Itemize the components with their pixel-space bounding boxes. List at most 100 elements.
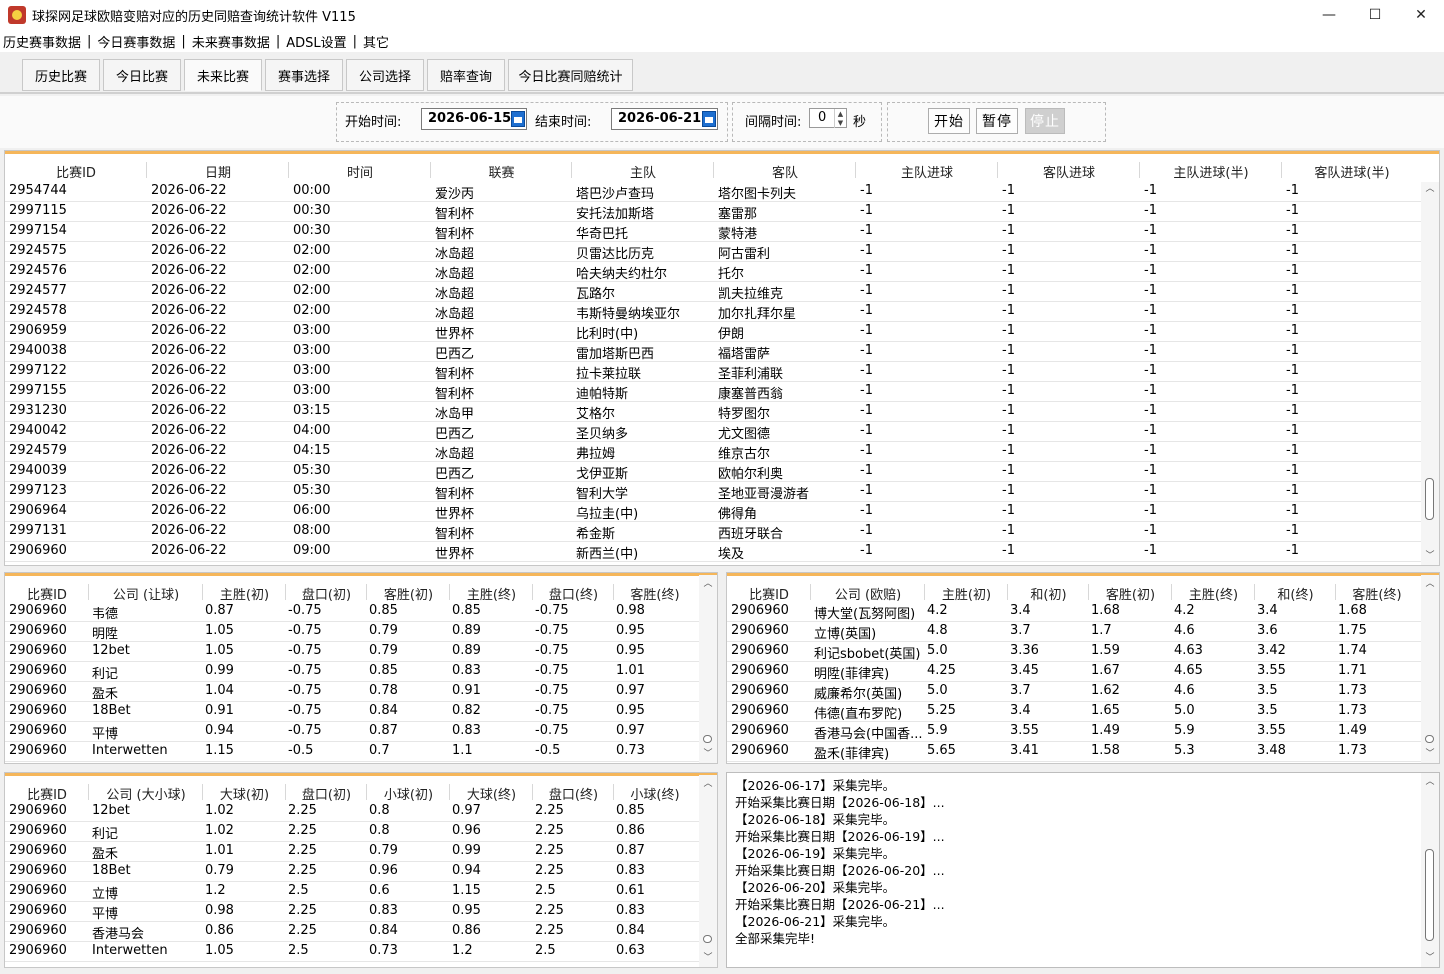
- column-header[interactable]: 公司 (让球): [89, 584, 203, 603]
- table-row[interactable]: 2906960 平博 0.94 -0.75 0.87 0.83 -0.75 0.97: [5, 722, 699, 742]
- table-row[interactable]: 2906960 明陞 1.05 -0.75 0.79 0.89 -0.75 0.95: [5, 622, 699, 642]
- table-row[interactable]: 2906960 盈禾 1.01 2.25 0.79 0.99 2.25 0.87: [5, 842, 699, 862]
- menu-future-data[interactable]: 未来赛事数据: [189, 32, 273, 51]
- column-header[interactable]: 客胜(初): [1089, 584, 1172, 603]
- scroll-thumb[interactable]: [703, 735, 712, 743]
- table-row[interactable]: 2906960 利记sbobet(英国) 5.0 3.36 1.59 4.63 3.42 1.…: [727, 642, 1421, 662]
- column-header[interactable]: 盘口(终): [533, 784, 614, 803]
- table-row[interactable]: 2924576 2026-06-22 02:00 冰岛超 哈夫纳夫约杜尔 托尔 -1 -1 -1…: [5, 262, 1421, 282]
- table-row[interactable]: 2906960 明陞(菲律宾) 4.25 3.45 1.67 4.65 3.55 1.71: [727, 662, 1421, 682]
- table-row[interactable]: 2906960 立博(英国) 4.8 3.7 1.7 4.6 3.6 1.75: [727, 622, 1421, 642]
- column-header[interactable]: 客胜(终): [1336, 584, 1418, 603]
- tab-today-matches[interactable]: 今日比赛: [103, 59, 181, 91]
- start-date-input[interactable]: 2026-06-15: [421, 108, 527, 130]
- scroll-down-icon[interactable]: ﹀: [699, 951, 717, 965]
- column-header[interactable]: 和(初): [1008, 584, 1089, 603]
- column-header[interactable]: 客队进球: [998, 162, 1140, 181]
- table-row[interactable]: 2906960 18Bet 0.91 -0.75 0.84 0.82 -0.75 0.95: [5, 702, 699, 722]
- column-header[interactable]: 客队: [714, 162, 856, 181]
- scroll-down-icon[interactable]: ﹀: [1421, 747, 1439, 761]
- table-row[interactable]: 2997123 2026-06-22 05:30 智利杯 智利大学 圣地亚哥漫游者 -1 -1…: [5, 482, 1421, 502]
- scroll-thumb[interactable]: [1425, 735, 1434, 743]
- scroll-down-icon[interactable]: ﹀: [1421, 951, 1439, 965]
- end-date-input[interactable]: 2026-06-21: [611, 108, 718, 130]
- column-header[interactable]: 主队进球(半): [1140, 162, 1282, 181]
- column-header[interactable]: 大球(初): [203, 784, 286, 803]
- table-row[interactable]: 2906960 立博 1.2 2.5 0.6 1.15 2.5 0.61: [5, 882, 699, 902]
- menu-other[interactable]: 其它: [360, 32, 392, 51]
- column-header[interactable]: 主胜(初): [925, 584, 1008, 603]
- tab-company-select[interactable]: 公司选择: [346, 59, 424, 91]
- start-button[interactable]: 开始: [928, 108, 970, 134]
- table-row[interactable]: 2954744 2026-06-22 00:00 爱沙丙 塔巴沙卢查玛 塔尔图卡列夫 -1 -…: [5, 182, 1421, 202]
- table-row[interactable]: 2924579 2026-06-22 04:15 冰岛超 弗拉姆 维京古尔 -1 -1 -1 -1: [5, 442, 1421, 462]
- table-row[interactable]: 2924575 2026-06-22 02:00 冰岛超 贝雷达比历克 阿古雷利 -1 -1 -…: [5, 242, 1421, 262]
- tab-odds-query[interactable]: 赔率查询: [427, 59, 505, 91]
- table-row[interactable]: 2906960 12bet 1.02 2.25 0.8 0.97 2.25 0.85: [5, 802, 699, 822]
- column-header[interactable]: 联赛: [431, 162, 572, 181]
- scroll-up-icon[interactable]: ︿: [1421, 577, 1439, 591]
- column-header[interactable]: 时间: [289, 162, 431, 181]
- table-row[interactable]: 2940038 2026-06-22 03:00 巴西乙 雷加塔斯巴西 福塔雷萨 -1 -1 -…: [5, 342, 1421, 362]
- menu-today-data[interactable]: 今日赛事数据: [94, 32, 178, 51]
- table-row[interactable]: 2906960 伟德(直布罗陀) 5.25 3.4 1.65 5.0 3.5 1.73: [727, 702, 1421, 722]
- table-row[interactable]: 2906960 香港马会(中国香... 5.9 3.55 1.49 5.9 3.55 1.49: [727, 722, 1421, 742]
- matches-scrollbar[interactable]: ︿ ﹀: [1421, 182, 1439, 565]
- spinner-down-icon[interactable]: ▼: [834, 118, 846, 128]
- table-row[interactable]: 2997155 2026-06-22 03:00 智利杯 迪帕特斯 康塞普西翁 -1 -1 -1…: [5, 382, 1421, 402]
- scroll-up-icon[interactable]: ︿: [699, 577, 717, 591]
- table-row[interactable]: 2924577 2026-06-22 02:00 冰岛超 瓦路尔 凯夫拉维克 -1 -1 -1 -…: [5, 282, 1421, 302]
- scroll-thumb[interactable]: [1425, 478, 1434, 520]
- calendar-icon[interactable]: [702, 111, 716, 127]
- close-button[interactable]: ✕: [1398, 0, 1444, 30]
- table-row[interactable]: 2997154 2026-06-22 00:30 智利杯 华奇巴托 蒙特港 -1 -1 -1 -1: [5, 222, 1421, 242]
- over-under-scrollbar[interactable]: ︿ ﹀: [699, 775, 717, 967]
- column-header[interactable]: 小球(初): [367, 784, 450, 803]
- handicap-scrollbar[interactable]: ︿ ﹀: [699, 575, 717, 763]
- table-row[interactable]: 2906960 18Bet 0.79 2.25 0.96 0.94 2.25 0.83: [5, 862, 699, 882]
- scroll-up-icon[interactable]: ︿: [1421, 182, 1439, 196]
- pause-button[interactable]: 暂停: [976, 108, 1018, 134]
- table-row[interactable]: 2940039 2026-06-22 05:30 巴西乙 戈伊亚斯 欧帕尔利奥 -1 -1 -1…: [5, 462, 1421, 482]
- column-header[interactable]: 主队: [572, 162, 714, 181]
- column-header[interactable]: 主队进球: [856, 162, 998, 181]
- column-header[interactable]: 公司 (欧赔): [811, 584, 925, 603]
- table-row[interactable]: 2997122 2026-06-22 03:00 智利杯 拉卡莱拉联 圣菲利浦联 -1 -1 -…: [5, 362, 1421, 382]
- minimize-button[interactable]: —: [1306, 0, 1352, 30]
- column-header[interactable]: 主胜(初): [203, 584, 286, 603]
- tab-history-matches[interactable]: 历史比赛: [22, 59, 100, 91]
- column-header[interactable]: 比赛ID: [5, 162, 147, 181]
- calendar-icon[interactable]: [511, 111, 525, 127]
- table-row[interactable]: 2997131 2026-06-22 08:00 智利杯 希金斯 西班牙联合 -1 -1 -1 -…: [5, 522, 1421, 542]
- column-header[interactable]: 盘口(终): [533, 584, 614, 603]
- column-header[interactable]: 盘口(初): [286, 784, 367, 803]
- table-row[interactable]: 2906959 2026-06-22 03:00 世界杯 比利时(中) 伊朗 -1 -1 -1 -…: [5, 322, 1421, 342]
- column-header[interactable]: 日期: [147, 162, 289, 181]
- column-header[interactable]: 主胜(终): [1172, 584, 1255, 603]
- column-header[interactable]: 盘口(初): [286, 584, 367, 603]
- table-row[interactable]: 2924578 2026-06-22 02:00 冰岛超 韦斯特曼纳埃亚尔 加尔扎拜尔星 -…: [5, 302, 1421, 322]
- table-row[interactable]: 2906960 香港马会 0.86 2.25 0.84 0.86 2.25 0.84: [5, 922, 699, 942]
- log-scrollbar[interactable]: ︿ ﹀: [1421, 773, 1439, 967]
- table-row[interactable]: 2906960 利记 0.99 -0.75 0.85 0.83 -0.75 1.01: [5, 662, 699, 682]
- table-row[interactable]: 2906960 博大堂(瓦努阿图) 4.2 3.4 1.68 4.2 3.4 1.68: [727, 602, 1421, 622]
- scroll-down-icon[interactable]: ﹀: [699, 747, 717, 761]
- column-header[interactable]: 比赛ID: [5, 784, 89, 803]
- column-header[interactable]: 比赛ID: [727, 584, 811, 603]
- table-row[interactable]: 2997115 2026-06-22 00:30 智利杯 安托法加斯塔 塞雷那 -1 -1 -1…: [5, 202, 1421, 222]
- column-header[interactable]: 客胜(初): [367, 584, 450, 603]
- table-row[interactable]: 2940042 2026-06-22 04:00 巴西乙 圣贝纳多 尤文图德 -1 -1 -1 -…: [5, 422, 1421, 442]
- table-row[interactable]: 2906960 Interwetten 1.05 2.5 0.73 1.2 2.5 0.63: [5, 942, 699, 962]
- scroll-up-icon[interactable]: ︿: [1421, 775, 1439, 789]
- scroll-down-icon[interactable]: ﹀: [1421, 549, 1439, 563]
- scroll-up-icon[interactable]: ︿: [699, 777, 717, 791]
- table-row[interactable]: 2906960 Interwetten 1.15 -0.5 0.7 1.1 -0.5 0.73: [5, 742, 699, 762]
- interval-spinner[interactable]: 0 ▲ ▼: [809, 108, 847, 128]
- table-row[interactable]: 2906964 2026-06-22 06:00 世界杯 乌拉圭(中) 佛得角 -1 -1 -1…: [5, 502, 1421, 522]
- column-header[interactable]: 小球(终): [614, 784, 696, 803]
- table-row[interactable]: 2906960 韦德 0.87 -0.75 0.85 0.85 -0.75 0.98: [5, 602, 699, 622]
- table-row[interactable]: 2906960 12bet 1.05 -0.75 0.79 0.89 -0.75 0.95: [5, 642, 699, 662]
- scroll-thumb[interactable]: [703, 935, 712, 943]
- tab-league-select[interactable]: 赛事选择: [265, 59, 343, 91]
- column-header[interactable]: 和(终): [1255, 584, 1336, 603]
